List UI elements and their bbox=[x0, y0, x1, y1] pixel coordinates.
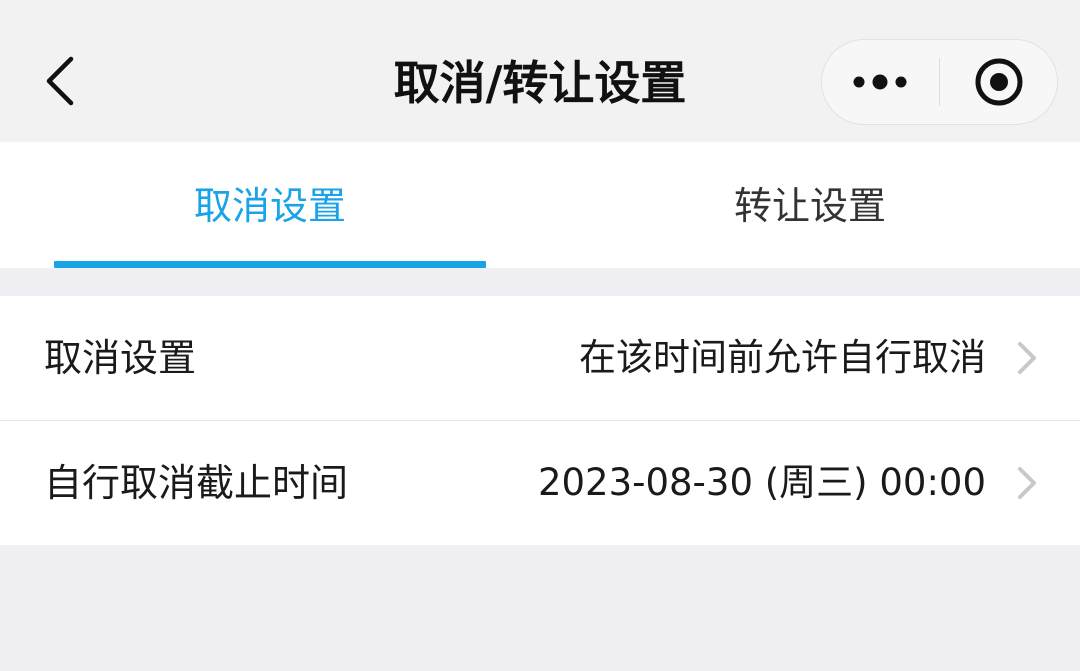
tab-transfer-settings[interactable]: 转让设置 bbox=[540, 142, 1080, 268]
page-title: 取消/转让设置 bbox=[393, 56, 687, 110]
target-circle-icon bbox=[975, 58, 1023, 106]
mini-program-capsule bbox=[821, 39, 1058, 125]
chevron-right-icon bbox=[1018, 342, 1036, 374]
settings-list: 取消设置 在该时间前允许自行取消 自行取消截止时间 2023-08-30 (周三… bbox=[0, 296, 1080, 545]
cancel-setting-row[interactable]: 取消设置 在该时间前允许自行取消 bbox=[0, 296, 1080, 421]
chevron-left-icon bbox=[46, 56, 74, 106]
tab-bar: 取消设置 转让设置 bbox=[0, 142, 1080, 268]
cancel-deadline-row[interactable]: 自行取消截止时间 2023-08-30 (周三) 00:00 bbox=[0, 421, 1080, 545]
row-label: 取消设置 bbox=[44, 336, 197, 380]
chevron-right-icon bbox=[1018, 467, 1036, 499]
navigation-bar: 取消/转让设置 bbox=[0, 0, 1080, 142]
close-button[interactable] bbox=[940, 39, 1057, 125]
more-button[interactable] bbox=[822, 39, 939, 125]
row-value: 2023-08-30 (周三) 00:00 bbox=[537, 461, 986, 504]
row-label: 自行取消截止时间 bbox=[44, 461, 349, 505]
more-dots-icon bbox=[853, 74, 907, 90]
row-value: 在该时间前允许自行取消 bbox=[579, 336, 986, 379]
tab-cancel-settings[interactable]: 取消设置 bbox=[0, 142, 540, 268]
back-button[interactable] bbox=[30, 46, 90, 116]
active-tab-indicator bbox=[54, 261, 486, 268]
